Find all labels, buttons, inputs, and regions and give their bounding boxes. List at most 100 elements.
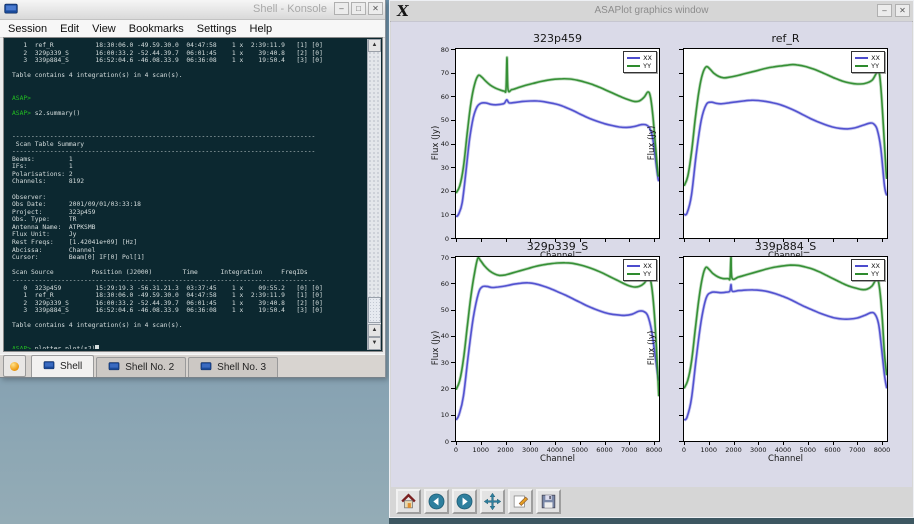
terminal-line: 1 ref_R 18:30:06.0 -49.59.30.0 04:47:58 …	[12, 42, 366, 50]
toolbar-save-button[interactable]	[536, 489, 561, 514]
xlabel-329p339-s: Channel	[455, 454, 660, 464]
scroll-up-button[interactable]: ▲	[368, 39, 381, 52]
series-plot-area	[456, 49, 659, 238]
toolbar-pan-button[interactable]	[480, 489, 505, 514]
x-tick	[654, 442, 655, 445]
desktop: { "colors":{"xx":"#4c4ccd","yy":"#2e8b2e…	[0, 0, 914, 524]
y-tick	[679, 191, 683, 192]
y-tick-label: 10	[433, 211, 449, 219]
tab-shell-no-3[interactable]: Shell No. 3	[188, 357, 278, 377]
x-tick	[605, 442, 606, 445]
plot-title-329p339-s: 329p339_S	[455, 240, 660, 253]
scroll-thumb[interactable]	[368, 297, 381, 323]
y-tick	[451, 238, 455, 239]
legend-line-sample	[627, 57, 640, 59]
terminal-line: 3 339p884_S 16:52:04.6 -46.08.33.9 06:36…	[12, 57, 366, 65]
y-tick	[679, 238, 683, 239]
legend-entry-xx: XX	[855, 54, 880, 62]
legend: XXYY	[851, 51, 885, 73]
terminal-line: ASAP> plotter.plot(s2)	[12, 345, 366, 349]
series-plot-area	[684, 49, 887, 238]
terminal-line	[12, 315, 366, 323]
terminal-line: Scan Source Position (J2000) Time Integr…	[12, 269, 366, 277]
x-tick-label: 3000	[518, 446, 542, 454]
menu-item-settings[interactable]: Settings	[197, 23, 237, 35]
y-tick	[679, 336, 683, 337]
toolbar-subplots-button[interactable]	[508, 489, 533, 514]
legend-line-sample	[627, 273, 640, 275]
konsole-close-button[interactable]: ✕	[368, 2, 383, 15]
legend: XXYY	[623, 259, 657, 281]
konsole-titlebar[interactable]: Shell - Konsole –□✕	[0, 0, 385, 20]
terminal-line: 3 339p884_S 16:52:04.6 -46.08.33.9 06:36…	[12, 307, 366, 315]
scroll-up-button-bottom[interactable]: ▲	[368, 324, 381, 337]
tab-shell-no-2[interactable]: Shell No. 2	[96, 357, 186, 377]
terminal-line	[12, 338, 366, 346]
menu-item-view[interactable]: View	[92, 23, 116, 35]
axes-ref-r[interactable]: XXYY	[683, 48, 888, 239]
menu-item-bookmarks[interactable]: Bookmarks	[129, 23, 184, 35]
scroll-down-button[interactable]: ▼	[368, 337, 381, 350]
konsole-window: Shell - Konsole –□✕ Session Edit View Bookm…	[0, 0, 386, 378]
save-icon	[539, 492, 558, 511]
x-tick	[758, 442, 759, 445]
x-tick	[555, 442, 556, 445]
x-tick-label: 6000	[821, 446, 845, 454]
terminal-icon	[200, 362, 212, 374]
legend-entry-xx: XX	[855, 262, 880, 270]
terminal-line	[12, 186, 366, 194]
figure-canvas[interactable]: Channel323p459XXYY01020304050607080Flux …	[391, 21, 912, 488]
y-tick	[451, 144, 455, 145]
legend-label: YY	[871, 270, 879, 278]
y-tick-label: 60	[433, 280, 449, 288]
series-xx	[456, 100, 659, 217]
axes-329p339-s[interactable]: XXYY	[455, 256, 660, 442]
y-tick	[679, 167, 683, 168]
legend-entry-yy: YY	[627, 62, 652, 70]
terminal-screen[interactable]: 1 ref_R 18:30:06.0 -49.59.30.0 04:47:58 …	[6, 40, 366, 349]
series-xx	[456, 283, 659, 420]
asaplot-window-title: ASAPlot graphics window	[595, 5, 709, 16]
konsole-minimize-button[interactable]: –	[334, 2, 349, 15]
legend-entry-xx: XX	[627, 54, 652, 62]
menu-item-help[interactable]: Help	[250, 23, 273, 35]
menu-item-session[interactable]: Session	[8, 23, 47, 35]
toolbar-back-button[interactable]	[424, 489, 449, 514]
legend-entry-yy: YY	[855, 62, 880, 70]
toolbar-home-button[interactable]	[396, 489, 421, 514]
y-tick	[451, 388, 455, 389]
legend-label: XX	[871, 54, 880, 62]
x-tick-label: 3000	[746, 446, 770, 454]
toolbar-forward-button[interactable]	[452, 489, 477, 514]
asaplot-window: X ASAPlot graphics window –✕ Channel323p…	[389, 0, 914, 518]
y-tick-label: 70	[433, 254, 449, 262]
menu-item-edit[interactable]: Edit	[60, 23, 79, 35]
legend-line-sample	[855, 65, 868, 67]
new-session-button[interactable]	[3, 355, 26, 377]
x-tick-label: 8000	[870, 446, 894, 454]
terminal-line	[12, 330, 366, 338]
terminal-icon	[108, 362, 120, 374]
xlabel-339p884-s: Channel	[683, 454, 888, 464]
terminal-line: Beams: 1	[12, 156, 366, 164]
konsole-menubar: Session Edit View Bookmarks Settings Help	[0, 20, 385, 38]
series-xx	[456, 283, 659, 420]
konsole-maximize-button[interactable]: □	[351, 2, 366, 15]
y-tick	[679, 120, 683, 121]
y-tick	[451, 191, 455, 192]
window-bottom-strip	[389, 518, 914, 524]
y-tick	[451, 214, 455, 215]
terminal-line: Rest Freqs: [1.42041e+09] [Hz]	[12, 239, 366, 247]
y-tick	[451, 310, 455, 311]
tab-shell[interactable]: Shell	[31, 355, 94, 377]
x-tick	[481, 442, 482, 445]
axes-339p884-s[interactable]: XXYY	[683, 256, 888, 442]
asaplot-close-button[interactable]: ✕	[895, 4, 910, 17]
asaplot-titlebar[interactable]: X ASAPlot graphics window –✕	[390, 1, 913, 22]
ylabel-323p459: Flux (Jy)	[431, 113, 441, 173]
axes-323p459[interactable]: XXYY	[455, 48, 660, 239]
series-xx	[684, 285, 887, 420]
terminal-scrollbar[interactable]: ▲ ▲ ▼	[367, 39, 381, 350]
x11-icon: X	[396, 1, 410, 21]
asaplot-minimize-button[interactable]: –	[877, 4, 892, 17]
